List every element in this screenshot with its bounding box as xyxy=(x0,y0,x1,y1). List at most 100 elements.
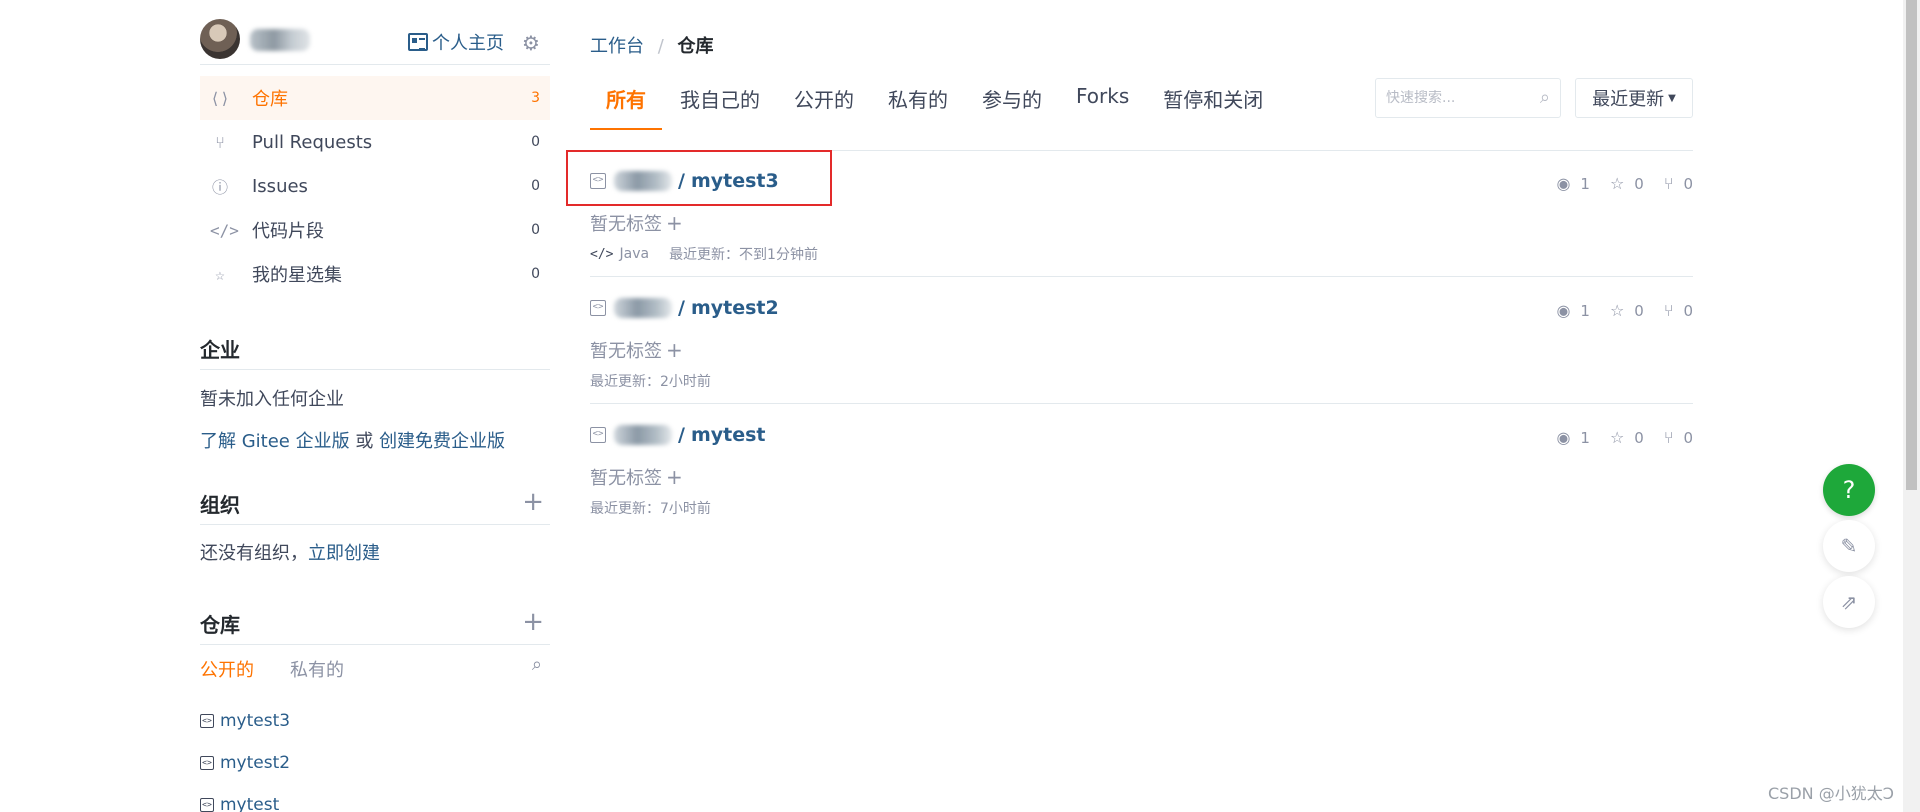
add-organization-plus-icon[interactable]: + xyxy=(522,487,544,517)
question-icon: ? xyxy=(1842,476,1856,504)
namespace-redacted xyxy=(614,298,672,318)
watch-stat[interactable]: ◉ 1 xyxy=(1556,174,1590,193)
repo-meta: 最近更新：2小时前 xyxy=(590,371,711,391)
share-icon: ⇗ xyxy=(1840,590,1858,614)
tab-private[interactable]: 私有的 xyxy=(872,78,964,130)
share-button[interactable]: ⇗ xyxy=(1823,576,1875,628)
watch-count: 1 xyxy=(1580,428,1590,447)
watch-stat[interactable]: ◉ 1 xyxy=(1556,301,1590,320)
annotation-highlight-box xyxy=(566,150,832,206)
repo-stats: ◉ 1 ☆ 0 ⑂ 0 xyxy=(1536,174,1693,193)
organization-empty-text: 还没有组织， xyxy=(200,543,308,564)
star-stat[interactable]: ☆ 0 xyxy=(1610,301,1644,320)
search-icon[interactable]: ⌕ xyxy=(532,654,542,675)
gear-icon[interactable]: ⚙ xyxy=(522,31,540,55)
enterprise-empty-text: 暂未加入任何企业 xyxy=(200,389,344,410)
no-tags-text: 暂无标签 xyxy=(590,468,662,489)
help-button[interactable]: ? xyxy=(1823,464,1875,516)
quick-search: ⌕ xyxy=(1375,78,1561,118)
repo-name: mytest2 xyxy=(690,297,779,319)
repo-title-link[interactable]: <> / mytest2 xyxy=(590,297,779,319)
star-stat[interactable]: ☆ 0 xyxy=(1610,174,1644,193)
sidebar-item-repos[interactable]: ⟨⟩ 仓库 3 xyxy=(200,76,550,120)
repo-icon: <> xyxy=(200,714,214,728)
tab-all[interactable]: 所有 xyxy=(590,78,662,130)
sidebar-item-label: 代码片段 xyxy=(252,221,324,242)
fork-stat[interactable]: ⑂ 0 xyxy=(1664,174,1693,193)
create-enterprise-link[interactable]: 创建免费企业版 xyxy=(379,431,505,452)
homepage-link[interactable]: 个人主页 xyxy=(408,29,504,55)
watch-stat[interactable]: ◉ 1 xyxy=(1556,428,1590,447)
code-icon: </> xyxy=(590,246,614,262)
tab-forks[interactable]: Forks xyxy=(1060,78,1145,130)
no-tags-text: 暂无标签 xyxy=(590,341,662,362)
username-redacted xyxy=(250,29,310,51)
star-stat[interactable]: ☆ 0 xyxy=(1610,428,1644,447)
homepage-label: 个人主页 xyxy=(432,33,504,54)
tab-public[interactable]: 公开的 xyxy=(778,78,870,130)
profile-card-icon xyxy=(408,33,428,51)
profile-header: 个人主页 ⚙ xyxy=(200,19,550,65)
sidebar-item-label: 我的星选集 xyxy=(252,265,342,286)
fork-icon: ⑂ xyxy=(1663,174,1674,193)
repo-name: mytest xyxy=(690,424,766,446)
breadcrumb-separator: / xyxy=(657,36,664,57)
repo-path-separator: / xyxy=(678,424,685,446)
star-count: 0 xyxy=(1634,174,1644,193)
repo-item: <> / mytest2 暂无标签 + 最近更新：2小时前 ◉ 1 ☆ 0 ⑂ 0 xyxy=(590,277,1693,404)
add-repo-plus-icon[interactable]: + xyxy=(522,607,544,637)
repo-title-link[interactable]: <> / mytest xyxy=(590,424,766,446)
scrollbar-thumb[interactable] xyxy=(1906,0,1917,490)
organization-empty: 还没有组织，立即创建 xyxy=(200,539,380,565)
tab-mine[interactable]: 我自己的 xyxy=(664,78,776,130)
sidebar-item-stars[interactable]: ☆ 我的星选集 0 xyxy=(200,252,550,296)
star-icon: ☆ xyxy=(215,264,225,284)
create-organization-link[interactable]: 立即创建 xyxy=(308,543,380,564)
fork-stat[interactable]: ⑂ 0 xyxy=(1664,428,1693,447)
enterprise-title: 企业 xyxy=(200,338,240,362)
issue-icon: ⓘ xyxy=(211,178,228,197)
sidebar-item-pull-requests[interactable]: ⑂ Pull Requests 0 xyxy=(200,120,550,164)
breadcrumb-workbench[interactable]: 工作台 xyxy=(590,36,644,57)
repo-stats: ◉ 1 ☆ 0 ⑂ 0 xyxy=(1536,428,1693,447)
watch-count: 1 xyxy=(1580,301,1590,320)
repo-icon: <> xyxy=(200,756,214,770)
feedback-button[interactable]: ✎ xyxy=(1823,520,1875,572)
star-count: 0 xyxy=(1634,428,1644,447)
code-snippet-icon: </> xyxy=(210,220,239,240)
repo-tags: 暂无标签 + xyxy=(590,464,683,490)
repo-path-separator: / xyxy=(678,297,685,319)
fork-count: 0 xyxy=(1683,174,1693,193)
add-tag-plus-icon[interactable]: + xyxy=(666,211,683,235)
tab-public-repos[interactable]: 公开的 xyxy=(200,656,254,682)
avatar[interactable] xyxy=(200,19,240,59)
repos-section-title: 仓库 + xyxy=(200,607,550,645)
organization-section-title: 组织 + xyxy=(200,487,550,525)
sidebar-repo-item[interactable]: <> mytest3 xyxy=(200,700,550,742)
add-tag-plus-icon[interactable]: + xyxy=(666,465,683,489)
sort-label: 最近更新 xyxy=(1592,89,1665,110)
sidebar-repo-item[interactable]: <> mytest xyxy=(200,784,550,812)
repo-tags: 暂无标签 + xyxy=(590,210,683,236)
repo-item: <> / mytest 暂无标签 + 最近更新：7小时前 ◉ 1 ☆ 0 ⑂ 0 xyxy=(590,404,1693,531)
repo-icon: <> xyxy=(200,798,214,812)
pull-request-icon: ⑂ xyxy=(215,132,225,152)
search-icon[interactable]: ⌕ xyxy=(1540,87,1550,108)
page-scrollbar[interactable] xyxy=(1903,0,1920,812)
sidebar-repo-item[interactable]: <> mytest2 xyxy=(200,742,550,784)
tab-participated[interactable]: 参与的 xyxy=(966,78,1058,130)
namespace-redacted xyxy=(614,425,672,445)
sidebar-item-issues[interactable]: ⓘ Issues 0 xyxy=(200,164,550,208)
sort-dropdown[interactable]: 最近更新 ▼ xyxy=(1575,78,1693,118)
learn-enterprise-link[interactable]: 了解 Gitee 企业版 xyxy=(200,431,350,452)
search-input[interactable] xyxy=(1386,90,1526,106)
sidebar-item-code-snippets[interactable]: </> 代码片段 0 xyxy=(200,208,550,252)
tab-private-repos[interactable]: 私有的 xyxy=(290,656,344,682)
fork-stat[interactable]: ⑂ 0 xyxy=(1664,301,1693,320)
add-tag-plus-icon[interactable]: + xyxy=(666,338,683,362)
breadcrumb-current: 仓库 xyxy=(677,36,714,57)
tab-paused-closed[interactable]: 暂停和关闭 xyxy=(1147,78,1279,130)
repo-stats: ◉ 1 ☆ 0 ⑂ 0 xyxy=(1536,301,1693,320)
watermark: CSDN @小犹太Ͻ xyxy=(1768,784,1894,803)
sidebar-item-label: Pull Requests xyxy=(252,131,373,153)
